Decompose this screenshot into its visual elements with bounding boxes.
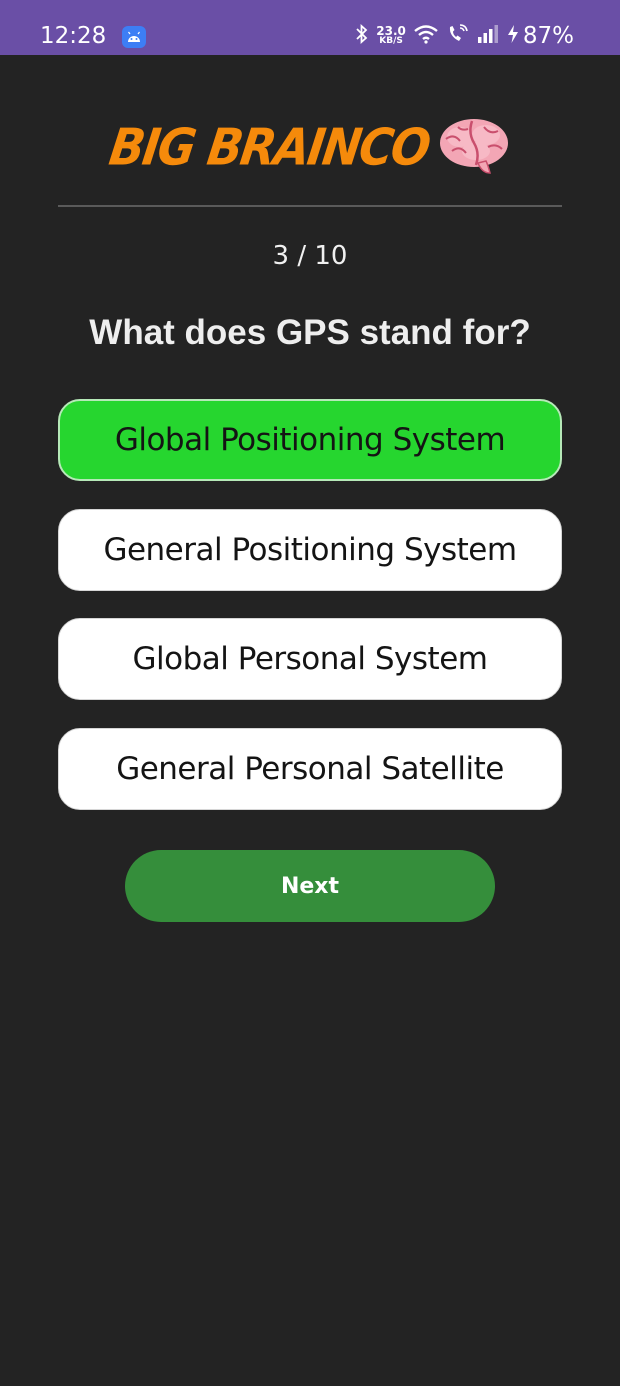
status-bar: 12:28 23.0 KB/S 87% — [0, 0, 620, 55]
network-speed-value: 23.0 — [376, 24, 406, 38]
logo-text: BIG BRAINCO — [105, 117, 433, 177]
wifi-icon — [413, 24, 439, 49]
charging-icon — [507, 24, 519, 49]
wifi-calling-icon — [447, 23, 469, 49]
android-notification-icon — [122, 26, 146, 48]
next-button[interactable]: Next — [125, 850, 495, 922]
network-speed-unit: KB/S — [379, 36, 403, 46]
answer-option-2[interactable]: General Positioning System — [58, 509, 562, 591]
network-speed: 23.0 KB/S — [376, 24, 406, 46]
answer-option-1[interactable]: Global Positioning System — [58, 399, 562, 481]
question-text: What does GPS stand for? — [89, 313, 531, 352]
status-time: 12:28 — [40, 23, 107, 49]
app-logo: BIG BRAINCO — [0, 112, 620, 182]
question-progress: 3 / 10 — [272, 241, 348, 271]
bluetooth-icon — [356, 23, 368, 49]
signal-icon — [477, 24, 499, 48]
answer-option-3[interactable]: Global Personal System — [58, 618, 562, 700]
battery-percentage: 87% — [522, 23, 574, 49]
header-divider — [58, 205, 562, 207]
answer-option-4[interactable]: General Personal Satellite — [58, 728, 562, 810]
status-icons: 23.0 KB/S 87% — [356, 20, 574, 52]
brain-icon — [438, 117, 510, 177]
